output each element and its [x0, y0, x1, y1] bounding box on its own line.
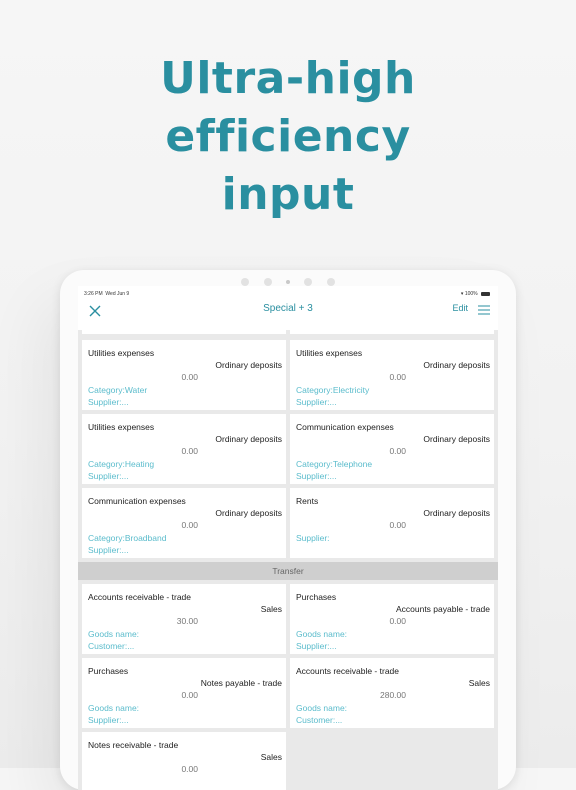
card-amount: 0.00: [389, 616, 406, 626]
card-supplier: Supplier:...: [88, 397, 129, 407]
card-supplier: Supplier:...: [88, 715, 129, 725]
headline-line-1: Ultra-high: [160, 53, 416, 104]
card-goods-name: Goods name:: [296, 629, 348, 639]
card-account: Accounts payable - trade: [395, 604, 490, 614]
card-account: Ordinary deposits: [423, 508, 490, 518]
card-amount: 0.00: [389, 446, 406, 456]
transfer-card[interactable]: Purchases Notes payable - trade 0.00 Goo…: [82, 658, 286, 728]
card-amount: 0.00: [181, 690, 198, 700]
card-title: Communication expenses: [296, 422, 394, 432]
card-account: Ordinary deposits: [423, 360, 490, 370]
card-account: Ordinary deposits: [215, 508, 282, 518]
status-time: 3:26 PM Wed Jun 9: [84, 291, 130, 297]
card-category: Category:Electricity: [296, 385, 370, 395]
card-account: Notes payable - trade: [200, 678, 282, 688]
card-title: Purchases: [296, 592, 337, 602]
card-amount: 30.00: [176, 616, 198, 626]
camera-dot: [241, 277, 250, 286]
card-goods-name: Goods name:: [88, 629, 140, 639]
card-amount: 0.00: [181, 520, 198, 530]
card-category: Category:Broadband: [88, 533, 167, 543]
card-supplier: Supplier:...: [88, 471, 129, 481]
battery-icon: [481, 291, 490, 296]
card-title: Rents: [296, 496, 319, 506]
card-account: Ordinary deposits: [215, 360, 282, 370]
card-title: Utilities expenses: [296, 348, 363, 358]
card-account: Sales: [260, 752, 282, 762]
card-title: Utilities expenses: [88, 422, 155, 432]
headline-line-3: input: [221, 169, 355, 220]
wifi-icon: ▾: [460, 291, 464, 297]
card-title: Notes receivable - trade: [88, 740, 179, 750]
card-title: Accounts receivable - trade: [88, 592, 191, 602]
card-customer: Customer:...: [88, 641, 135, 651]
status-right: ▾ 100%: [461, 291, 490, 297]
card-title: Purchases: [88, 666, 129, 676]
transfer-card[interactable]: Purchases Accounts payable - trade 0.00 …: [290, 584, 494, 654]
battery-percent: 100%: [464, 291, 478, 297]
template-card[interactable]: Utilities expenses Ordinary deposits 0.0…: [290, 340, 494, 410]
nav-title: Special + 3: [263, 303, 313, 314]
template-card[interactable]: Utilities expenses Ordinary deposits 0.0…: [82, 414, 286, 484]
headline-line-2: efficiency: [165, 111, 411, 162]
card-customer: Customer:...: [296, 715, 343, 725]
nav-bar: Special + 3 Edit: [78, 300, 498, 330]
card-title: Communication expenses: [88, 496, 186, 506]
card-category: Category:Heating: [88, 459, 155, 469]
card-goods-name: Goods name:: [296, 703, 348, 713]
transfer-card[interactable]: Accounts receivable - trade Sales 280.00…: [290, 658, 494, 728]
menu-icon[interactable]: [478, 305, 490, 315]
card-amount: 0.00: [389, 372, 406, 382]
card-amount: 0.00: [389, 520, 406, 530]
card-account: Ordinary deposits: [215, 434, 282, 444]
template-card[interactable]: Communication expenses Ordinary deposits…: [290, 414, 494, 484]
section-header-transfer: Transfer: [78, 562, 498, 580]
card-amount: 0.00: [181, 446, 198, 456]
template-grid: Utilities expenses Ordinary deposits 0.0…: [78, 330, 498, 790]
camera-dot: [304, 277, 313, 286]
card-supplier: Supplier:: [296, 533, 330, 543]
card-supplier: Supplier:...: [296, 641, 337, 651]
card-account: Ordinary deposits: [423, 434, 490, 444]
status-bar: 3:26 PM Wed Jun 9 ▾ 100%: [78, 289, 498, 299]
template-card[interactable]: Rents Ordinary deposits 0.00 Supplier:: [290, 488, 494, 558]
card-title: Accounts receivable - trade: [296, 666, 399, 676]
card-supplier: Supplier:...: [88, 545, 129, 555]
card-goods-name: Goods name:: [88, 703, 140, 713]
headline: Ultra-high efficiency input: [0, 50, 576, 224]
card-amount: 0.00: [181, 764, 198, 774]
card-edge: [82, 330, 286, 334]
template-card[interactable]: Utilities expenses Ordinary deposits 0.0…: [82, 340, 286, 410]
app-screen: 3:26 PM Wed Jun 9 ▾ 100% Special + 3 Edi…: [78, 286, 498, 790]
card-amount: 0.00: [181, 372, 198, 382]
transfer-card[interactable]: Accounts receivable - trade Sales 30.00 …: [82, 584, 286, 654]
card-edge: [290, 330, 494, 334]
camera-lens: [286, 279, 290, 284]
transfer-card[interactable]: Notes receivable - trade Sales 0.00: [82, 732, 286, 790]
template-card[interactable]: Communication expenses Ordinary deposits…: [82, 488, 286, 558]
card-supplier: Supplier:...: [296, 397, 337, 407]
card-account: Sales: [468, 678, 490, 688]
edit-button[interactable]: Edit: [452, 303, 468, 313]
card-account: Sales: [260, 604, 282, 614]
card-supplier: Supplier:...: [296, 471, 337, 481]
tablet-device: 3:26 PM Wed Jun 9 ▾ 100% Special + 3 Edi…: [60, 270, 516, 790]
card-category: Category:Water: [88, 385, 148, 395]
card-amount: 280.00: [380, 690, 406, 700]
camera-dot: [263, 277, 272, 286]
card-category: Category:Telephone: [296, 459, 373, 469]
camera-dot: [326, 277, 335, 286]
card-title: Utilities expenses: [88, 348, 155, 358]
